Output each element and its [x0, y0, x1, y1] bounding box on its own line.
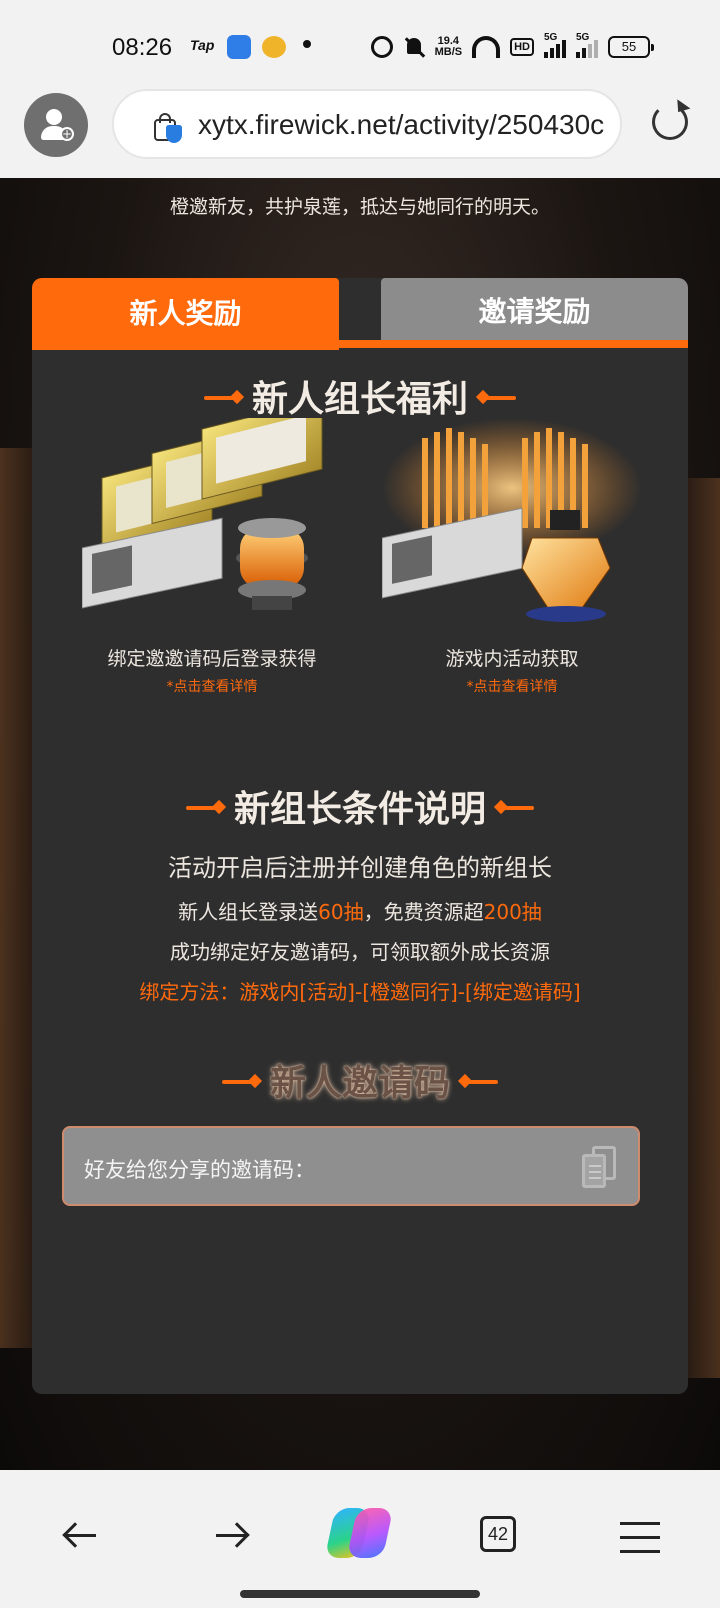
- signal-label: 5G: [544, 32, 558, 43]
- page-subtitle: 橙邀新友，共护泉莲，抵达与她同行的明天。: [169, 196, 550, 218]
- invite-code-title: 新人邀请码: [32, 1054, 688, 1106]
- web-page: 橙邀新友，共护泉莲，抵达与她同行的明天。 邀请奖励 新人奖励 新人组长福利 绑定…: [0, 178, 720, 1470]
- title-deco-right: [482, 396, 516, 400]
- reward-caption-2: 游戏内活动获取: [445, 648, 579, 670]
- conditions-title: 新组长条件说明: [32, 780, 688, 832]
- notification-dot-icon: [303, 40, 311, 48]
- condition-line-2-a: 新人组长登录送: [178, 900, 319, 924]
- tab-new-reward[interactable]: 新人奖励: [32, 278, 339, 350]
- invite-code-title-text: 新人邀请码: [269, 1063, 450, 1104]
- welfare-title-text: 新人组长福利: [251, 379, 468, 420]
- back-button[interactable]: [52, 1508, 112, 1568]
- add-icon: +: [60, 127, 74, 141]
- title-deco-right-2: [500, 806, 534, 810]
- reward-chests-image[interactable]: [382, 418, 642, 628]
- condition-line-3: 成功绑定好友邀请码，可领取额外成长资源: [170, 940, 550, 964]
- signal-label-2: 5G: [576, 32, 590, 43]
- condition-line-2: 新人组长登录送60抽，免费资源超200抽: [32, 896, 688, 925]
- speed-unit: MB/S: [434, 46, 463, 58]
- reward-item-1[interactable]: 绑定邀邀请码后登录获得 *点击查看详情: [72, 418, 352, 695]
- wifi-icon: [472, 36, 501, 58]
- bind-method-text: 绑定方法：游戏内[活动]-[橙邀同行]-[绑定邀请码]: [139, 980, 581, 1004]
- title-deco-left-3: [221, 1080, 256, 1084]
- site-security-icon[interactable]: [154, 113, 182, 143]
- forward-arrow-icon: [224, 1522, 250, 1548]
- tabs-button[interactable]: 42: [480, 1516, 516, 1552]
- status-indicators: 19.4 MB/S HD 5G 5G 55: [370, 32, 654, 60]
- status-time: 08:26: [112, 34, 173, 61]
- copy-icon[interactable]: [582, 1146, 618, 1188]
- reward-item-2[interactable]: 游戏内活动获取 *点击查看详情: [372, 418, 652, 695]
- refresh-icon[interactable]: [652, 104, 688, 140]
- title-deco-left: [203, 396, 238, 400]
- invite-code-label: 好友给您分享的邀请码：: [84, 1158, 315, 1182]
- forward-button[interactable]: [200, 1508, 260, 1568]
- reward-caption-1: 绑定邀邀请码后登录获得: [107, 648, 317, 670]
- copilot-icon[interactable]: [324, 1500, 394, 1566]
- condition-highlight-200: 200抽: [483, 900, 542, 924]
- address-bar[interactable]: xytx.firewick.net/activity/250430c: [112, 89, 622, 159]
- hd-icon: HD: [510, 38, 534, 56]
- reward-card: 邀请奖励 新人奖励 新人组长福利 绑定邀邀请码后登录获得 *点击查看详情 游戏内…: [32, 278, 688, 1394]
- status-bar: 08:26 Tap 19.4 MB/S HD 5G 5G 55: [0, 0, 720, 90]
- signal-icon-2: 5G: [576, 32, 598, 58]
- invite-code-field[interactable]: 好友给您分享的邀请码：: [62, 1126, 640, 1206]
- network-speed: 19.4 MB/S: [435, 36, 463, 58]
- title-deco-right-3: [464, 1080, 498, 1084]
- menu-icon[interactable]: [616, 1508, 676, 1568]
- tab-invite-reward[interactable]: 邀请奖励: [381, 278, 688, 342]
- conditions-title-text: 新组长条件说明: [233, 789, 486, 830]
- reward-detail-link-2[interactable]: *点击查看详情: [372, 676, 652, 696]
- browser-toolbar: + xytx.firewick.net/activity/250430c: [0, 89, 720, 178]
- browser-bottom-nav: 42: [0, 1470, 720, 1608]
- profile-button[interactable]: +: [24, 93, 88, 157]
- signal-icon: 5G: [544, 32, 566, 58]
- taptap-icon: Tap: [190, 37, 215, 53]
- condition-highlight-60: 60抽: [318, 900, 364, 924]
- alarm-icon: [370, 36, 393, 58]
- welfare-title: 新人组长福利: [32, 370, 688, 422]
- person-icon: [46, 109, 62, 125]
- qq-icon: [227, 35, 251, 59]
- battery-icon: 55: [608, 36, 654, 58]
- reward-detail-link-1[interactable]: *点击查看详情: [72, 676, 352, 696]
- url-text[interactable]: xytx.firewick.net/activity/250430c: [198, 109, 604, 141]
- reward-tickets-image[interactable]: [82, 418, 342, 628]
- title-deco-left-2: [185, 806, 220, 810]
- home-indicator[interactable]: [240, 1590, 480, 1598]
- condition-line-2-c: ，免费资源超: [363, 900, 484, 924]
- weibo-icon: [262, 36, 286, 58]
- mute-icon: [403, 36, 425, 58]
- condition-line-1: 活动开启后注册并创建角色的新组长: [168, 854, 552, 882]
